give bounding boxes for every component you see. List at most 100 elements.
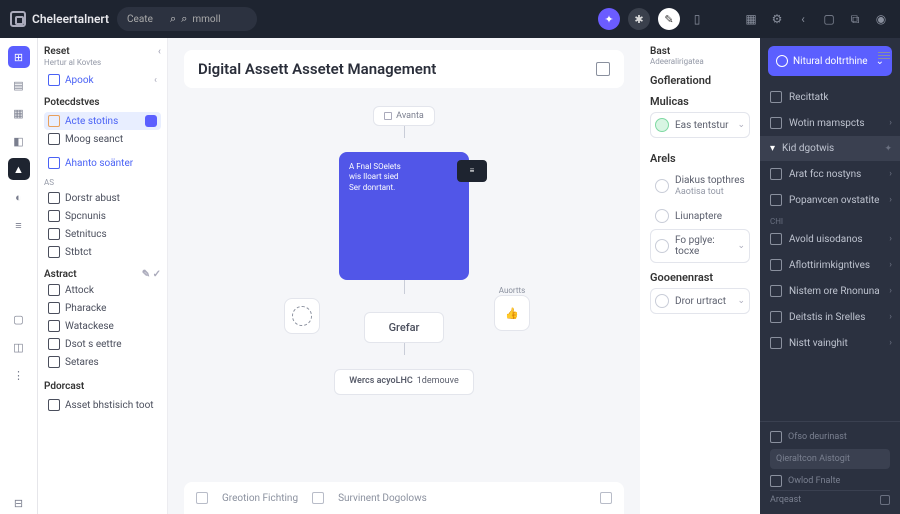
doc-icon xyxy=(770,168,782,180)
maximize-icon[interactable] xyxy=(596,62,610,76)
page-title: Digital Assett Assetet Management xyxy=(198,60,436,78)
fr-item[interactable]: ▾Kid dgotwis✦ xyxy=(760,136,900,161)
back-icon[interactable]: ‹ xyxy=(794,10,812,28)
fr-footer-item[interactable]: Owlod Fnalte xyxy=(770,472,890,490)
doc-icon xyxy=(770,194,782,206)
doc-icon xyxy=(770,337,782,349)
lp-item[interactable]: Asset bhstisich toot xyxy=(44,396,161,414)
thumbs-icon: 👍 xyxy=(505,307,519,320)
box-icon[interactable]: ▢ xyxy=(820,10,838,28)
lp-item[interactable]: Stbtct xyxy=(44,243,161,261)
flow-node[interactable]: Grefar xyxy=(364,312,445,343)
chevron-right-icon: › xyxy=(889,195,892,205)
doc-icon xyxy=(770,285,782,297)
lp-item[interactable]: Pharacke xyxy=(44,299,161,317)
lp-item[interactable]: Ahanto soänter xyxy=(44,154,161,172)
rail-icon[interactable]: ▤ xyxy=(8,74,30,96)
list-icon[interactable] xyxy=(878,52,890,59)
rp-item[interactable]: Fo pglye: tocxe⌄ xyxy=(650,229,750,263)
doc-icon xyxy=(196,492,208,504)
rp-item[interactable]: Diakus topthresAaotisa tout xyxy=(650,169,750,203)
chevron-right-icon: › xyxy=(889,169,892,179)
flame-icon xyxy=(48,115,60,127)
copy-icon[interactable]: ⧉ xyxy=(846,10,864,28)
gear-icon[interactable]: ⚙ xyxy=(768,10,786,28)
lp-item[interactable]: Spcnunis xyxy=(44,207,161,225)
fr-item[interactable]: Nistem ore Rnonuna› xyxy=(760,278,900,304)
fr-item[interactable]: Avold uisodanos› xyxy=(760,226,900,252)
bb-item[interactable]: Survinent Dogolows xyxy=(338,493,427,504)
rail-icon[interactable]: ⊟ xyxy=(8,492,30,514)
action-button[interactable]: ✦ xyxy=(598,8,620,30)
bb-item[interactable]: Greotion Fichting xyxy=(222,493,298,504)
doc-icon xyxy=(48,74,60,86)
doc-icon xyxy=(770,475,782,487)
action-button[interactable]: ✎ xyxy=(658,8,680,30)
brand-logo[interactable]: Cheleertalnert xyxy=(10,11,109,27)
rp-section: Gooenenrast xyxy=(650,271,750,284)
globe-icon[interactable]: ◉ xyxy=(872,10,890,28)
fr-item[interactable]: Popanvcen ovstatite› xyxy=(760,187,900,213)
fr-item[interactable]: Nistt vainghit› xyxy=(760,330,900,356)
fr-footer-item[interactable]: Qieraltcon Aistogit xyxy=(770,449,890,469)
action-button[interactable]: ✱ xyxy=(628,8,650,30)
topbar: Cheleertalnert ⌕ ⌕ ✦ ✱ ✎ ▯ ▦ ⚙ ‹ ▢ ⧉ ◉ xyxy=(0,0,900,38)
rail-icon[interactable]: ▢ xyxy=(8,308,30,330)
lp-item[interactable]: Apook‹ xyxy=(44,71,161,89)
search-box-1[interactable]: ⌕ ⌕ xyxy=(117,7,257,31)
check-icon xyxy=(655,118,669,132)
grid-icon[interactable]: ▦ xyxy=(742,10,760,28)
doc-icon xyxy=(48,133,60,145)
rp-item[interactable]: Dror urtract⌄ xyxy=(650,288,750,314)
card-chip-icon[interactable]: ≡ xyxy=(457,160,487,182)
rail-icon[interactable]: ⋮ xyxy=(8,364,30,386)
lp-item[interactable]: Setares xyxy=(44,353,161,371)
fr-item[interactable]: Deitstis in Srelles› xyxy=(760,304,900,330)
fr-item[interactable]: Recittatk xyxy=(760,84,900,110)
fr-item[interactable]: Arat fcc nostyns› xyxy=(760,161,900,187)
rail-icon[interactable]: ◧ xyxy=(8,130,30,152)
chevron-left-icon[interactable]: ‹ xyxy=(158,46,161,57)
panel-icon[interactable]: ▯ xyxy=(688,10,706,28)
doc-icon xyxy=(48,192,60,204)
chevron-right-icon: › xyxy=(889,118,892,128)
bottom-toolbar: Greotion Fichting Survinent Dogolows xyxy=(184,482,624,514)
lp-item[interactable]: Moog seanct xyxy=(44,130,161,148)
lp-item[interactable]: Dsot s eettre xyxy=(44,335,161,353)
search-input-2[interactable] xyxy=(192,14,230,25)
fr-search[interactable]: Nitural doltrthine ⌄ xyxy=(768,46,892,76)
lp-item[interactable]: Acte stotins xyxy=(44,112,161,130)
search-icon: ⌕ xyxy=(170,12,176,26)
fr-item[interactable]: Aflottirimkigntives› xyxy=(760,252,900,278)
fr-footer-item[interactable]: Arqeast xyxy=(770,490,890,508)
search-input-1[interactable] xyxy=(127,14,165,25)
lp-item[interactable]: Attock xyxy=(44,281,161,299)
lp-item[interactable]: Setnitucs xyxy=(44,225,161,243)
rail-icon[interactable]: ◫ xyxy=(8,336,30,358)
lp-subtitle: Hertur al Kovtes xyxy=(44,58,161,67)
lp-section: Pdorcast xyxy=(44,381,161,392)
rail-home-icon[interactable]: ⊞ xyxy=(8,46,30,68)
flow-side-node[interactable] xyxy=(284,298,320,334)
flow-card[interactable]: A Fnal SOelets wis Iloart sied Ser donrt… xyxy=(339,152,469,280)
doc-icon xyxy=(48,356,60,368)
doc-icon xyxy=(770,311,782,323)
rail-icon[interactable]: ≡ xyxy=(8,214,30,236)
rp-item[interactable]: Liunaptere xyxy=(650,203,750,229)
doc-icon xyxy=(770,91,782,103)
rail-icon[interactable]: ▦ xyxy=(8,102,30,124)
doc-icon xyxy=(770,233,782,245)
flow-side-node[interactable]: Auortts 👍 xyxy=(490,286,534,334)
rail-icon[interactable]: ◐ xyxy=(8,186,30,208)
rp-section: Goflerationd xyxy=(650,74,750,87)
flow-node[interactable]: Avanta xyxy=(373,106,435,126)
lp-item[interactable]: Dorstr abust xyxy=(44,189,161,207)
rail-icon[interactable]: ▲ xyxy=(8,158,30,180)
fr-footer-item[interactable]: Ofso deurinast xyxy=(770,428,890,446)
fr-item[interactable]: Wotin mamspcts› xyxy=(760,110,900,136)
chevron-right-icon: › xyxy=(889,286,892,296)
flow-node[interactable]: Wercs acyoLHC 1demouve xyxy=(334,369,473,395)
lp-item[interactable]: Watackese xyxy=(44,317,161,335)
panel-icon[interactable] xyxy=(600,492,612,504)
rp-item[interactable]: Eas tentstur⌄ xyxy=(650,112,750,138)
